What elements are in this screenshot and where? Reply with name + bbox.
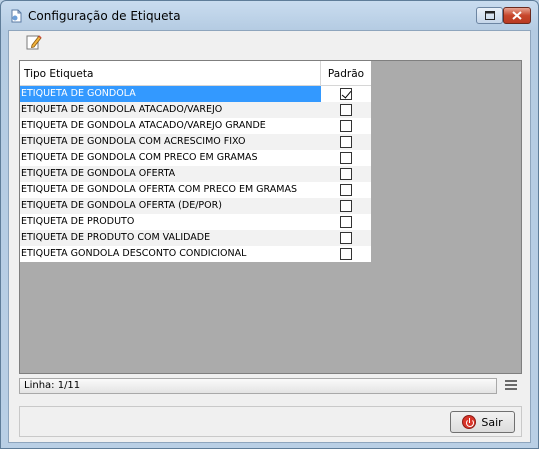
padrao-cell[interactable] xyxy=(321,198,371,214)
tipo-etiqueta-cell[interactable]: ETIQUETA DE GONDOLA COM ACRESCIMO FIXO xyxy=(20,134,321,150)
client-area: Tipo Etiqueta Padrão ETIQUETA DE GONDOLA… xyxy=(8,30,531,443)
table-row[interactable]: ETIQUETA DE GONDOLA COM PRECO EM GRAMAS xyxy=(20,150,371,166)
table-row[interactable]: ETIQUETA DE GONDOLA ATACADO/VAREJO xyxy=(20,102,371,118)
row-counter: Linha: 1/11 xyxy=(24,380,81,391)
table-row[interactable]: ETIQUETA DE GONDOLA ATACADO/VAREJO GRAND… xyxy=(20,118,371,134)
padrao-cell[interactable] xyxy=(321,230,371,246)
padrao-checkbox[interactable] xyxy=(340,200,352,212)
document-icon xyxy=(11,9,22,23)
tipo-etiqueta-cell[interactable]: ETIQUETA DE PRODUTO xyxy=(20,214,321,230)
table-row[interactable]: ETIQUETA DE PRODUTO xyxy=(20,214,371,230)
status-bar: Linha: 1/11 xyxy=(19,378,497,394)
padrao-cell[interactable] xyxy=(321,118,371,134)
grid-header: Tipo Etiqueta Padrão xyxy=(20,61,371,86)
tipo-etiqueta-cell[interactable]: ETIQUETA DE GONDOLA COM PRECO EM GRAMAS xyxy=(20,150,321,166)
table-row[interactable]: ETIQUETA DE GONDOLA OFERTA (DE/POR) xyxy=(20,198,371,214)
sair-label: Sair xyxy=(481,415,503,429)
footer-panel: Sair xyxy=(19,406,522,437)
padrao-cell[interactable] xyxy=(321,182,371,198)
padrao-cell[interactable] xyxy=(321,166,371,182)
tipo-etiqueta-cell[interactable]: ETIQUETA DE GONDOLA xyxy=(20,86,321,102)
padrao-cell[interactable] xyxy=(321,86,371,102)
padrao-checkbox[interactable] xyxy=(340,120,352,132)
padrao-checkbox[interactable] xyxy=(340,232,352,244)
edit-pencil-icon xyxy=(26,35,42,50)
table-row[interactable]: ETIQUETA DE GONDOLA OFERTA xyxy=(20,166,371,182)
tipo-etiqueta-cell[interactable]: ETIQUETA DE GONDOLA ATACADO/VAREJO xyxy=(20,102,321,118)
tipo-etiqueta-cell[interactable]: ETIQUETA DE GONDOLA OFERTA xyxy=(20,166,321,182)
power-exit-icon xyxy=(462,415,477,429)
title-bar[interactable]: Configuração de Etiqueta xyxy=(1,1,538,31)
padrao-checkbox[interactable] xyxy=(340,248,352,260)
close-icon xyxy=(512,11,522,20)
padrao-cell[interactable] xyxy=(321,246,371,262)
padrao-checkbox[interactable] xyxy=(340,152,352,164)
menu-icon[interactable] xyxy=(505,380,517,392)
table-row[interactable]: ETIQUETA GONDOLA DESCONTO CONDICIONAL xyxy=(20,246,371,262)
edit-button[interactable] xyxy=(25,33,43,51)
padrao-checkbox[interactable] xyxy=(340,216,352,228)
padrao-cell[interactable] xyxy=(321,134,371,150)
tipo-etiqueta-cell[interactable]: ETIQUETA DE GONDOLA ATACADO/VAREJO GRAND… xyxy=(20,118,321,134)
table-row[interactable]: ETIQUETA DE GONDOLA xyxy=(20,86,371,102)
padrao-checkbox[interactable] xyxy=(340,88,352,100)
padrao-cell[interactable] xyxy=(321,214,371,230)
padrao-cell[interactable] xyxy=(321,150,371,166)
column-header-padrao[interactable]: Padrão xyxy=(321,61,371,85)
tipo-etiqueta-cell[interactable]: ETIQUETA DE PRODUTO COM VALIDADE xyxy=(20,230,321,246)
grid-rows: ETIQUETA DE GONDOLA ETIQUETA DE GONDOLA A… xyxy=(20,86,371,262)
tipo-etiqueta-cell[interactable]: ETIQUETA DE GONDOLA OFERTA COM PRECO EM … xyxy=(20,182,321,198)
table-row[interactable]: ETIQUETA DE GONDOLA OFERTA COM PRECO EM … xyxy=(20,182,371,198)
table-row[interactable]: ETIQUETA DE PRODUTO COM VALIDADE xyxy=(20,230,371,246)
tipo-etiqueta-cell[interactable]: ETIQUETA GONDOLA DESCONTO CONDICIONAL xyxy=(20,246,321,262)
padrao-checkbox[interactable] xyxy=(340,168,352,180)
maximize-icon xyxy=(484,11,495,20)
padrao-checkbox[interactable] xyxy=(340,184,352,196)
close-button[interactable] xyxy=(503,7,531,24)
grid-table: Tipo Etiqueta Padrão ETIQUETA DE GONDOLA… xyxy=(20,61,371,262)
maximize-button[interactable] xyxy=(476,7,503,24)
padrao-checkbox[interactable] xyxy=(340,136,352,148)
column-header-tipo[interactable]: Tipo Etiqueta xyxy=(20,61,321,85)
table-row[interactable]: ETIQUETA DE GONDOLA COM ACRESCIMO FIXO xyxy=(20,134,371,150)
tipo-etiqueta-cell[interactable]: ETIQUETA DE GONDOLA OFERTA (DE/POR) xyxy=(20,198,321,214)
etiqueta-grid[interactable]: Tipo Etiqueta Padrão ETIQUETA DE GONDOLA… xyxy=(19,60,522,374)
padrao-checkbox[interactable] xyxy=(340,104,352,116)
padrao-cell[interactable] xyxy=(321,102,371,118)
window-title: Configuração de Etiqueta xyxy=(28,9,181,23)
main-window: Configuração de Etiqueta Tipo Etiqueta P… xyxy=(0,0,539,449)
sair-button[interactable]: Sair xyxy=(450,411,515,433)
